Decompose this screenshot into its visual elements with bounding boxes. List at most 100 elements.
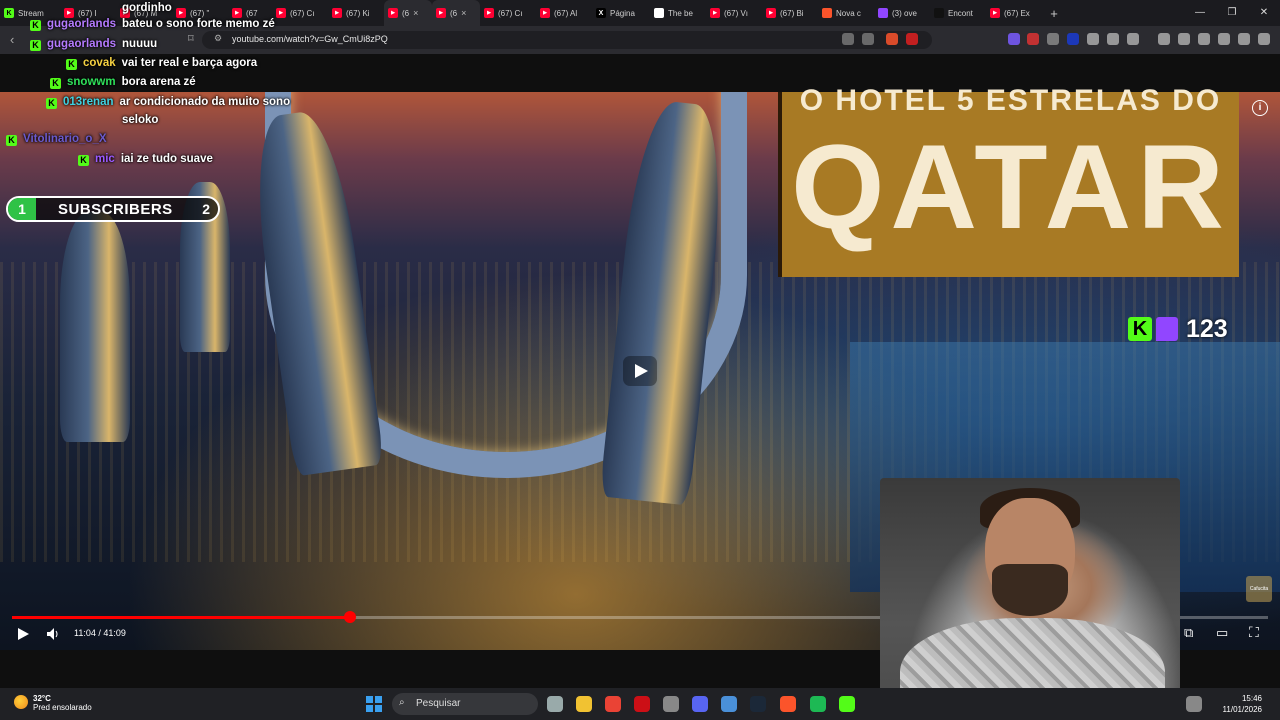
share-icon[interactable] — [862, 33, 874, 45]
volume-icon[interactable] — [46, 627, 60, 641]
youtube-icon: ▶ — [990, 8, 1000, 18]
chat-message: Ksnowwm bora arena zé — [50, 76, 196, 89]
browser-tab[interactable]: ▶ (67) Ki — [328, 0, 384, 26]
subscribers-label: SUBSCRIBERS — [58, 201, 173, 218]
extension-icon[interactable] — [1008, 33, 1020, 45]
play-overlay-icon[interactable] — [623, 356, 657, 386]
spotify-icon[interactable] — [810, 696, 826, 712]
task-view-icon[interactable] — [547, 696, 563, 712]
browser-tab[interactable]: ▶ (67) Vı — [706, 0, 762, 26]
extension-icon[interactable] — [1027, 33, 1039, 45]
browser-tab[interactable]: (3) ove — [874, 0, 930, 26]
wallet-icon[interactable] — [1198, 33, 1210, 45]
media-icon[interactable] — [1158, 33, 1170, 45]
kick-badge-icon: K — [30, 20, 41, 31]
weather-widget[interactable]: 32°C Pred ensolarado — [33, 694, 92, 712]
file-explorer-icon[interactable] — [576, 696, 592, 712]
extension-icon[interactable] — [1087, 33, 1099, 45]
chrome-icon[interactable] — [605, 696, 621, 712]
youtube-icon: ▶ — [436, 8, 446, 18]
browser-tab[interactable]: ▶ (67) Ex — [986, 0, 1042, 26]
app-icon[interactable] — [692, 696, 708, 712]
streamer-webcam — [880, 478, 1180, 720]
extension-icon[interactable] — [1047, 33, 1059, 45]
youtube-icon: ▶ — [332, 8, 342, 18]
leo-ai-icon[interactable] — [1218, 33, 1230, 45]
chat-message: seloko — [122, 114, 158, 126]
windows-start-icon[interactable] — [366, 696, 382, 712]
kick-logo-icon: K — [1128, 317, 1152, 341]
close-window-icon[interactable]: ✕ — [1248, 0, 1280, 26]
restore-icon[interactable]: ❐ — [1216, 0, 1248, 26]
channel-watermark[interactable]: Cafucita — [1246, 576, 1272, 602]
kick-logo-icon: K — [4, 8, 14, 18]
viewer-count: 123 — [1186, 314, 1228, 343]
browser-tab[interactable]: ▶ (6 × — [384, 0, 432, 26]
browser-tab[interactable]: Nova c — [818, 0, 874, 26]
new-tab-icon[interactable]: + — [1042, 6, 1066, 21]
browser-tab[interactable]: ▶ (67) Cı — [272, 0, 328, 26]
browser-tab-label: (67) I — [78, 8, 97, 18]
screenshot-icon[interactable] — [1127, 33, 1139, 45]
youtube-icon: ▶ — [276, 8, 286, 18]
kick-badge-icon: K — [50, 78, 61, 89]
tower-left — [60, 212, 130, 442]
fullscreen-icon[interactable]: ⛶ — [1249, 624, 1259, 641]
chat-username: gugaorlands — [47, 38, 117, 50]
brave-icon[interactable] — [780, 696, 796, 712]
minimize-icon[interactable]: — — [1184, 0, 1216, 26]
chat-message: K Vitolinario_o_X — [6, 133, 113, 146]
weather-sun-icon[interactable] — [14, 695, 28, 709]
chat-message: Kmic iai ze tudo suave — [78, 153, 213, 166]
steam-icon[interactable] — [750, 696, 766, 712]
browser-tab-label: (67) Bi — [780, 8, 804, 18]
browser-tab[interactable]: Encont — [930, 0, 986, 26]
obs-icon[interactable] — [663, 696, 679, 712]
extensions-puzzle-icon[interactable] — [1107, 33, 1119, 45]
brave-rewards-icon[interactable] — [906, 33, 918, 45]
kick-icon[interactable] — [839, 696, 855, 712]
browser-tab[interactable]: ▶ (6 × — [432, 0, 480, 26]
taskbar-clock[interactable]: 15:46 11/01/2026 — [1206, 693, 1262, 715]
webcam-beard — [992, 564, 1068, 616]
info-icon[interactable]: i — [1252, 100, 1268, 116]
chat-text: iai ze tudo suave — [120, 153, 213, 165]
twitch-icon — [878, 8, 888, 18]
bookmark-icon[interactable]: ⌑ — [188, 32, 194, 45]
chat-message: gordinho — [122, 2, 172, 14]
vpn-icon[interactable] — [1238, 33, 1250, 45]
extension-icon[interactable] — [1067, 33, 1079, 45]
sidebar-icon[interactable] — [1178, 33, 1190, 45]
chat-message: K 013renan ar condicionado da muito sono — [46, 96, 290, 109]
cast-icon[interactable] — [842, 33, 854, 45]
theater-mode-icon[interactable]: ▭ — [1216, 625, 1228, 641]
progress-fill — [12, 616, 350, 619]
browser-tab[interactable]: ▶ (67) Bi — [762, 0, 818, 26]
browser-tab-label: Encont — [948, 8, 973, 18]
opera-gx-icon[interactable] — [634, 696, 650, 712]
browser-tab[interactable]: ▶ (67) Cı — [480, 0, 536, 26]
brave-shields-icon[interactable] — [886, 33, 898, 45]
play-icon[interactable] — [16, 627, 30, 641]
viewer-counter: K 123 — [1128, 314, 1228, 344]
chat-username: 013renan — [63, 96, 114, 108]
back-icon[interactable]: ‹ — [10, 32, 14, 47]
browser-tab[interactable]: ▶ (67) Al — [536, 0, 592, 26]
close-tab-icon[interactable]: × — [461, 8, 466, 18]
miniplayer-icon[interactable]: ⧉ — [1184, 625, 1193, 641]
url-text[interactable]: youtube.com/watch?v=Gw_CmUi8zPQ — [232, 34, 388, 44]
youtube-icon: ▶ — [176, 8, 186, 18]
taskbar-search-box[interactable] — [392, 693, 538, 715]
close-tab-icon[interactable]: × — [413, 8, 418, 18]
progress-scrubber[interactable] — [343, 611, 356, 623]
menu-icon[interactable] — [1258, 33, 1270, 45]
weather-temperature: 32°C — [33, 694, 51, 703]
browser-tab[interactable]: X Página — [592, 0, 650, 26]
browser-tab[interactable]: The be — [650, 0, 706, 26]
subscribers-goal-current: 1 — [8, 198, 36, 220]
browser-tab-label: Nova c — [836, 8, 861, 18]
app-icon[interactable] — [721, 696, 737, 712]
search-icon: ⌕ — [399, 697, 405, 708]
volume-tray-icon[interactable] — [1186, 696, 1202, 712]
site-info-icon[interactable]: ⚙ — [214, 33, 222, 44]
